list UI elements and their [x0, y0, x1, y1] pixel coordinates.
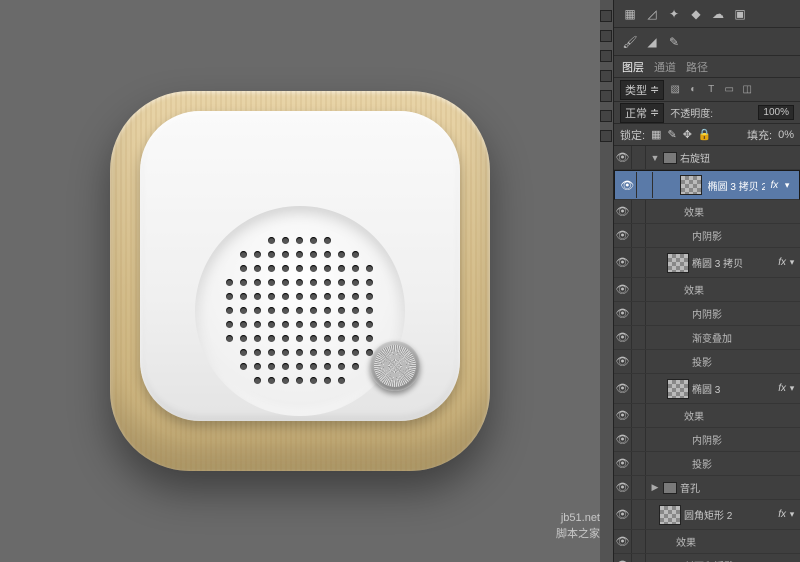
- layer-fx-row[interactable]: 👁效果: [614, 530, 800, 554]
- tool-item[interactable]: [600, 70, 612, 82]
- panel-icon[interactable]: ☁: [710, 6, 726, 22]
- speaker-icon-artwork: [110, 91, 490, 471]
- metal-knob: [370, 341, 420, 391]
- layer-fx-row[interactable]: 👁投影: [614, 350, 800, 374]
- layer-ellipse-copy2[interactable]: 👁 椭圆 3 拷贝 2 fx▾: [614, 170, 800, 200]
- layer-thumb: [680, 175, 702, 195]
- layer-thumb: [667, 253, 689, 273]
- panel-icon[interactable]: ◿: [644, 6, 660, 22]
- panel-icon-row-2: 🖌 ◢ ✎: [614, 28, 800, 56]
- tool-item[interactable]: [600, 110, 612, 122]
- lock-all-icon[interactable]: 🔒: [698, 128, 712, 141]
- visibility-icon[interactable]: 👁: [614, 374, 632, 403]
- visibility-icon[interactable]: 👁: [614, 146, 632, 169]
- layer-group-knob[interactable]: 👁 ▼ 右旋钮: [614, 146, 800, 170]
- tool-item[interactable]: [600, 90, 612, 102]
- tool-item[interactable]: [600, 30, 612, 42]
- layer-filter-row: 类型≑ ▧ ◐ T ▭ ◫: [614, 78, 800, 102]
- visibility-icon[interactable]: 👁: [614, 500, 632, 529]
- filter-type-icon[interactable]: T: [704, 83, 718, 97]
- folder-icon: [663, 482, 677, 494]
- tab-paths[interactable]: 路径: [686, 59, 708, 75]
- visibility-icon[interactable]: 👁: [614, 248, 632, 277]
- panel-tabs: 图层 通道 路径: [614, 56, 800, 78]
- visibility-icon[interactable]: 👁: [619, 172, 637, 198]
- panel-icon-row: ▦ ◿ ✦ ◆ ☁ ▣: [614, 0, 800, 28]
- fill-label: 填充:: [747, 127, 772, 143]
- layer-fx-row[interactable]: 👁斜面和浮雕: [614, 554, 800, 562]
- layer-thumb: [667, 379, 689, 399]
- filter-pixel-icon[interactable]: ▧: [668, 83, 682, 97]
- opacity-value[interactable]: 100%: [758, 105, 794, 120]
- layer-fx-row[interactable]: 👁效果: [614, 278, 800, 302]
- filter-smart-icon[interactable]: ◫: [740, 83, 754, 97]
- fill-value[interactable]: 0%: [778, 129, 794, 141]
- right-sidebar: ▦ ◿ ✦ ◆ ☁ ▣ 🖌 ◢ ✎ 图层 通道 路径 类型≑ ▧ ◐ T ▭ ◫…: [613, 0, 800, 562]
- layer-fx-row[interactable]: 👁内阴影: [614, 428, 800, 452]
- panel-icon[interactable]: ✦: [666, 6, 682, 22]
- filter-adjust-icon[interactable]: ◐: [686, 83, 700, 97]
- brush-icon[interactable]: 🖌: [622, 34, 638, 50]
- layer-fx-row[interactable]: 👁内阴影: [614, 224, 800, 248]
- layer-ellipse-copy[interactable]: 👁 椭圆 3 拷贝 fx▾: [614, 248, 800, 278]
- fx-badge[interactable]: fx: [776, 257, 788, 268]
- visibility-icon[interactable]: 👁: [614, 476, 632, 499]
- lock-move-icon[interactable]: ✥: [683, 128, 692, 141]
- fx-badge[interactable]: fx: [776, 383, 788, 394]
- panel-icon[interactable]: ▦: [622, 6, 638, 22]
- folder-icon: [663, 152, 677, 164]
- fx-badge[interactable]: fx: [776, 509, 788, 520]
- vertical-toolbar: [599, 10, 613, 142]
- tab-layers[interactable]: 图层: [622, 59, 644, 75]
- lock-brush-icon[interactable]: ✎: [667, 128, 676, 141]
- opacity-label: 不透明度:: [670, 105, 713, 120]
- layer-group-holes[interactable]: 👁 ▶ 音孔: [614, 476, 800, 500]
- tool-item[interactable]: [600, 10, 612, 22]
- lock-trans-icon[interactable]: ▦: [651, 128, 661, 141]
- layer-fx-row[interactable]: 👁效果: [614, 200, 800, 224]
- panel-icon[interactable]: ▣: [732, 6, 748, 22]
- layer-roundrect2[interactable]: 👁 圆角矩形 2 fx▾: [614, 500, 800, 530]
- speaker-grill: [195, 206, 405, 416]
- layer-ellipse3[interactable]: 👁 椭圆 3 fx▾: [614, 374, 800, 404]
- tool-item[interactable]: [600, 50, 612, 62]
- canvas-area: [0, 0, 600, 562]
- fx-badge[interactable]: fx: [768, 180, 780, 191]
- filter-type-select[interactable]: 类型≑: [620, 80, 664, 100]
- swatch-icon[interactable]: ◢: [644, 34, 660, 50]
- pencil-icon[interactable]: ✎: [666, 34, 682, 50]
- watermark: jb51.net 脚本之家: [556, 511, 600, 542]
- lock-label: 锁定:: [620, 127, 645, 143]
- lock-fill-row: 锁定: ▦ ✎ ✥ 🔒 填充: 0%: [614, 124, 800, 146]
- tab-channels[interactable]: 通道: [654, 59, 676, 75]
- blend-opacity-row: 正常≑ 不透明度: 100%: [614, 102, 800, 124]
- layer-fx-row[interactable]: 👁渐变叠加: [614, 326, 800, 350]
- layer-fx-row[interactable]: 👁效果: [614, 404, 800, 428]
- layers-tree: 👁 ▼ 右旋钮 👁 椭圆 3 拷贝 2 fx▾ 👁效果 👁内阴影 👁 椭圆 3 …: [614, 146, 800, 562]
- tool-item[interactable]: [600, 130, 612, 142]
- filter-shape-icon[interactable]: ▭: [722, 83, 736, 97]
- layer-fx-row[interactable]: 👁投影: [614, 452, 800, 476]
- layer-fx-row[interactable]: 👁内阴影: [614, 302, 800, 326]
- layer-thumb: [659, 505, 681, 525]
- panel-icon[interactable]: ◆: [688, 6, 704, 22]
- blend-mode-select[interactable]: 正常≑: [620, 103, 664, 123]
